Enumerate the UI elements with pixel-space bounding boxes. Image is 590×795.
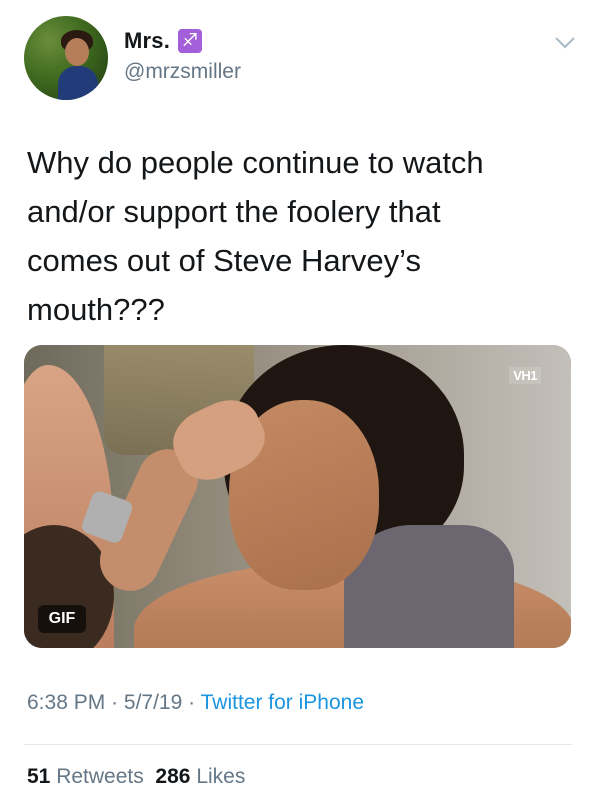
likes-stat[interactable]: 286 Likes	[155, 765, 245, 788]
tweet-time[interactable]: 6:38 PM	[27, 691, 105, 714]
likes-count: 286	[155, 765, 191, 788]
vh1-watermark: VH1	[509, 367, 541, 384]
meta-separator: ·	[111, 691, 119, 714]
retweets-label: Retweets	[56, 765, 144, 788]
name-row: Mrs. ♐	[124, 28, 203, 54]
user-handle[interactable]: @mrzsmiller	[124, 60, 241, 84]
display-name[interactable]: Mrs.	[124, 28, 170, 54]
tweet-source-link[interactable]: Twitter for iPhone	[201, 691, 364, 714]
tweet-card: Mrs. ♐ @mrzsmiller Why do people continu…	[0, 0, 590, 795]
tweet-meta: 6:38 PM · 5/7/19 · Twitter for iPhone	[27, 691, 364, 715]
gif-media[interactable]: VH1	[24, 345, 571, 648]
avatar-face	[65, 38, 89, 66]
tweet-text: Why do people continue to watch and/or s…	[27, 145, 484, 327]
sagittarius-emoji-icon: ♐	[178, 29, 203, 53]
tweet-stats: 51 Retweets 286 Likes	[27, 765, 245, 789]
divider	[24, 744, 572, 745]
likes-label: Likes	[196, 765, 246, 788]
gif-badge: GIF	[38, 605, 86, 633]
retweets-count: 51	[27, 765, 51, 788]
retweets-stat[interactable]: 51 Retweets	[27, 765, 144, 788]
chevron-down-icon[interactable]	[554, 36, 576, 50]
avatar[interactable]	[24, 16, 108, 100]
meta-separator: ·	[188, 691, 196, 714]
avatar-body	[58, 66, 98, 100]
tweet-date[interactable]: 5/7/19	[124, 691, 182, 714]
